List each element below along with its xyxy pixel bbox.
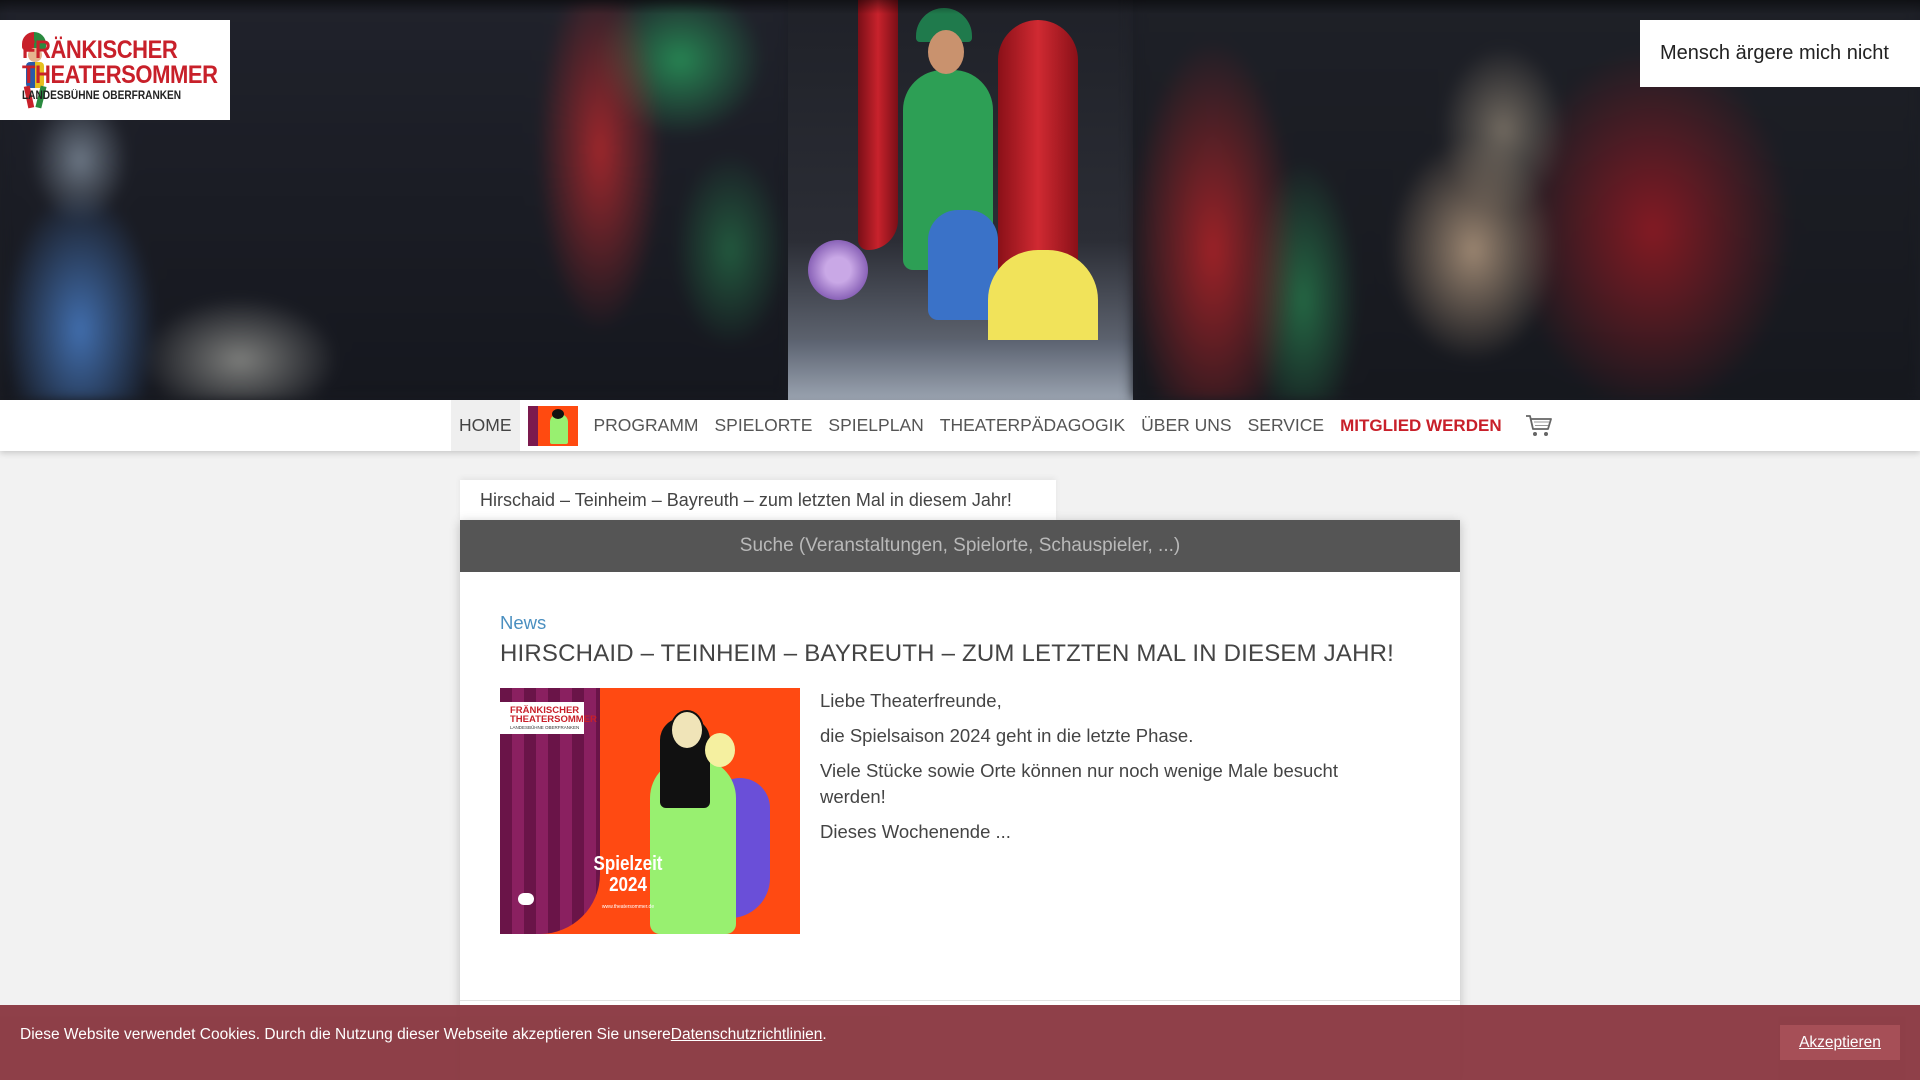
nav-programm[interactable]: PROGRAMM (586, 400, 707, 451)
article-title[interactable]: HIRSCHAID – TEINHEIM – BAYREUTH – ZUM LE… (500, 640, 1420, 668)
nav-service[interactable]: SERVICE (1240, 400, 1333, 451)
nav-spielorte[interactable]: SPIELORTE (707, 400, 821, 451)
hero-stage-photo (788, 0, 1133, 400)
nav-season-thumbnail[interactable] (527, 405, 578, 446)
nav-theaterpaedagogik[interactable]: THEATERPÄDAGOGIK (932, 400, 1133, 451)
nav-ueber-uns[interactable]: ÜBER UNS (1133, 400, 1239, 451)
privacy-policy-link[interactable]: Datenschutzrichtlinien (671, 1026, 823, 1044)
logo-line2: THEATERSOMMER (22, 60, 218, 89)
article-paragraph: die Spielsaison 2024 geht in die letzte … (820, 725, 1194, 746)
logo-line1: FRÄNKISCHER (22, 35, 178, 64)
article-image-url: www.theatersommer.de (601, 904, 655, 910)
site-logo[interactable]: FRÄNKISCHER THEATERSOMMER LANDESBÜHNE OB… (0, 20, 230, 120)
article-paragraph: Dieses Wochenende ... (820, 821, 1011, 842)
hero-banner: FRÄNKISCHER THEATERSOMMER LANDESBÜHNE OB… (0, 0, 1920, 400)
article-image[interactable]: FRÄNKISCHER THEATERSOMMER LANDESBÜHNE OB… (500, 688, 800, 934)
divider (460, 1000, 1460, 1001)
nav-home[interactable]: HOME (451, 400, 520, 451)
article-excerpt: Liebe Theaterfreunde, die Spielsaison 20… (820, 688, 1380, 934)
nav-spielplan[interactable]: SPIELPLAN (820, 400, 931, 451)
article-image-season: Spielzeit 2024 (593, 853, 663, 896)
nav-mitglied-werden[interactable]: MITGLIED WERDEN (1332, 400, 1510, 451)
content-card: News HIRSCHAID – TEINHEIM – BAYREUTH – Z… (460, 520, 1460, 1080)
cookie-banner: Diese Website verwendet Cookies. Durch d… (0, 1005, 1920, 1080)
search-bar (460, 520, 1460, 572)
search-input[interactable] (460, 520, 1460, 572)
logo-line3: LANDESBÜHNE OBERFRANKEN (22, 89, 182, 102)
accept-cookies-button[interactable]: Akzeptieren (1780, 1025, 1900, 1060)
cookie-text: Diese Website verwendet Cookies. Durch d… (20, 1026, 827, 1044)
news-article: News HIRSCHAID – TEINHEIM – BAYREUTH – Z… (500, 612, 1420, 934)
article-paragraph: Viele Stücke sowie Orte können nur noch … (820, 760, 1338, 807)
main-nav: HOME PROGRAMM SPIELORTE SPIELPLAN THEATE… (0, 400, 1920, 451)
hero-caption[interactable]: Mensch ärgere mich nicht (1640, 20, 1920, 87)
article-paragraph: Liebe Theaterfreunde, (820, 690, 1002, 711)
cart-icon[interactable] (1524, 411, 1554, 441)
article-image-logo: FRÄNKISCHER THEATERSOMMER LANDESBÜHNE OB… (500, 702, 597, 734)
featured-tab[interactable]: Hirschaid – Teinheim – Bayreuth – zum le… (460, 480, 1056, 521)
news-category-link[interactable]: News (500, 612, 546, 633)
